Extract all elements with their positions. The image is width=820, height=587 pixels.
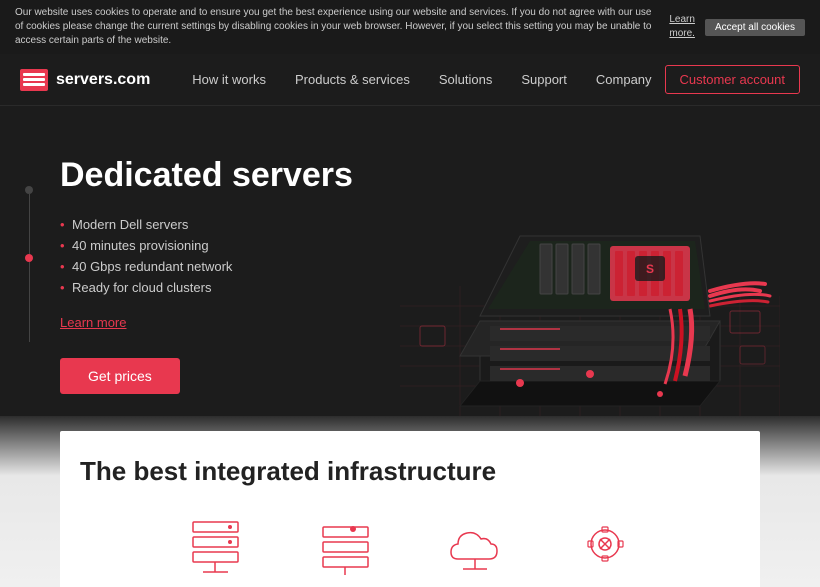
- cookie-learn-more[interactable]: Learn more.: [669, 13, 695, 41]
- hero-bullets: Modern Dell servers 40 minutes provision…: [60, 217, 353, 295]
- infra-icons-row: [80, 507, 740, 577]
- get-prices-button[interactable]: Get prices: [60, 358, 180, 394]
- hero-section: Dedicated servers Modern Dell servers 40…: [0, 106, 820, 416]
- logo-icon: [20, 69, 48, 91]
- customer-account-button[interactable]: Customer account: [665, 65, 801, 94]
- logo-link[interactable]: servers.com: [20, 69, 150, 91]
- server-illustration: S: [400, 126, 780, 416]
- icon-network-box: [570, 517, 640, 577]
- bullet-3: 40 Gbps redundant network: [60, 259, 353, 274]
- icon-storage-box: [440, 517, 510, 577]
- lower-section: The best integrated infrastructure: [60, 431, 760, 587]
- dot-line-1: [29, 194, 30, 254]
- dot-active: [25, 254, 33, 262]
- nav-company[interactable]: Company: [584, 64, 664, 95]
- svg-text:S: S: [646, 262, 654, 276]
- bullet-4: Ready for cloud clusters: [60, 280, 353, 295]
- hero-title: Dedicated servers: [60, 156, 353, 195]
- bullet-1: Modern Dell servers: [60, 217, 353, 232]
- bullet-2: 40 minutes provisioning: [60, 238, 353, 253]
- icon-network: [570, 517, 640, 577]
- hero-decoration: [25, 186, 33, 342]
- infra-title: The best integrated infrastructure: [80, 456, 740, 487]
- nav-how-it-works[interactable]: How it works: [180, 64, 278, 95]
- icon-cloud-box: [310, 517, 380, 577]
- nav-support[interactable]: Support: [509, 64, 579, 95]
- icon-dedicated-box: [180, 517, 250, 577]
- navbar: servers.com How it works Products & serv…: [0, 54, 820, 106]
- learn-more-link[interactable]: Learn more: [60, 315, 353, 330]
- cookie-accept-button[interactable]: Accept all cookies: [705, 19, 805, 36]
- nav-links: How it works Products & services Solutio…: [180, 64, 664, 95]
- nav-solutions[interactable]: Solutions: [427, 64, 504, 95]
- cookie-message: Our website uses cookies to operate and …: [15, 6, 659, 48]
- nav-products-services[interactable]: Products & services: [283, 64, 422, 95]
- icon-storage: [440, 517, 510, 577]
- icon-dedicated: [180, 517, 250, 577]
- icon-cloud: [310, 517, 380, 577]
- hero-content: Dedicated servers Modern Dell servers 40…: [60, 146, 353, 394]
- logo-text: servers.com: [56, 71, 150, 89]
- dot-1: [25, 186, 33, 194]
- dot-line-2: [29, 262, 30, 342]
- cookie-bar: Our website uses cookies to operate and …: [0, 0, 820, 54]
- lower-wrapper: The best integrated infrastructure: [0, 416, 820, 587]
